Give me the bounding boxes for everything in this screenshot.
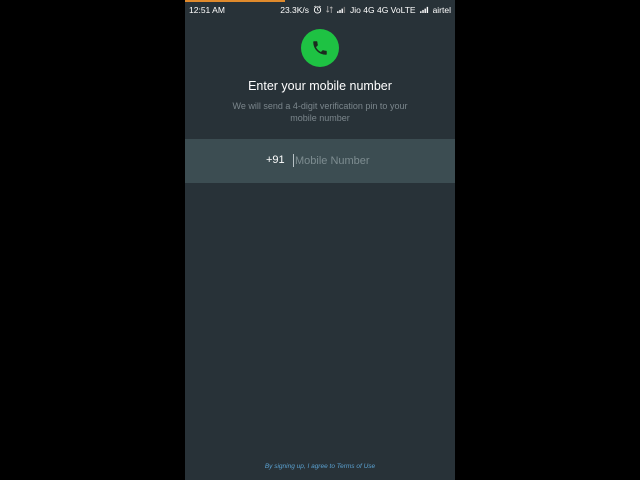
status-bar: 12:51 AM 23.3K/s Jio 4G 4G VoLTE airtel bbox=[185, 2, 455, 17]
mobile-number-input[interactable] bbox=[295, 151, 425, 171]
phone-icon-circle bbox=[301, 29, 339, 67]
text-cursor bbox=[293, 154, 294, 167]
country-code[interactable]: +91 bbox=[266, 154, 285, 166]
status-time: 12:51 AM bbox=[189, 4, 225, 15]
terms-of-use-link[interactable]: By signing up, I agree to Terms of Use bbox=[185, 463, 455, 470]
phone-icon bbox=[313, 41, 327, 55]
phone-input-row: +91 bbox=[185, 139, 455, 183]
alarm-icon bbox=[313, 5, 322, 14]
carrier-label: airtel bbox=[432, 4, 451, 15]
page-title: Enter your mobile number bbox=[248, 79, 392, 93]
data-transfer-icon bbox=[326, 6, 333, 13]
phone-screen: 12:51 AM 23.3K/s Jio 4G 4G VoLTE airtel … bbox=[185, 0, 455, 480]
signal-icon-2 bbox=[419, 6, 428, 13]
subtitle-line-1: We will send a 4-digit verification pin … bbox=[232, 101, 408, 111]
signal-icon bbox=[337, 6, 346, 13]
network-speed: 23.3K/s bbox=[280, 4, 310, 15]
subtitle-line-2: mobile number bbox=[290, 113, 350, 123]
page-subtitle: We will send a 4-digit verification pin … bbox=[215, 100, 425, 124]
network-label: Jio 4G 4G VoLTE bbox=[350, 4, 416, 15]
